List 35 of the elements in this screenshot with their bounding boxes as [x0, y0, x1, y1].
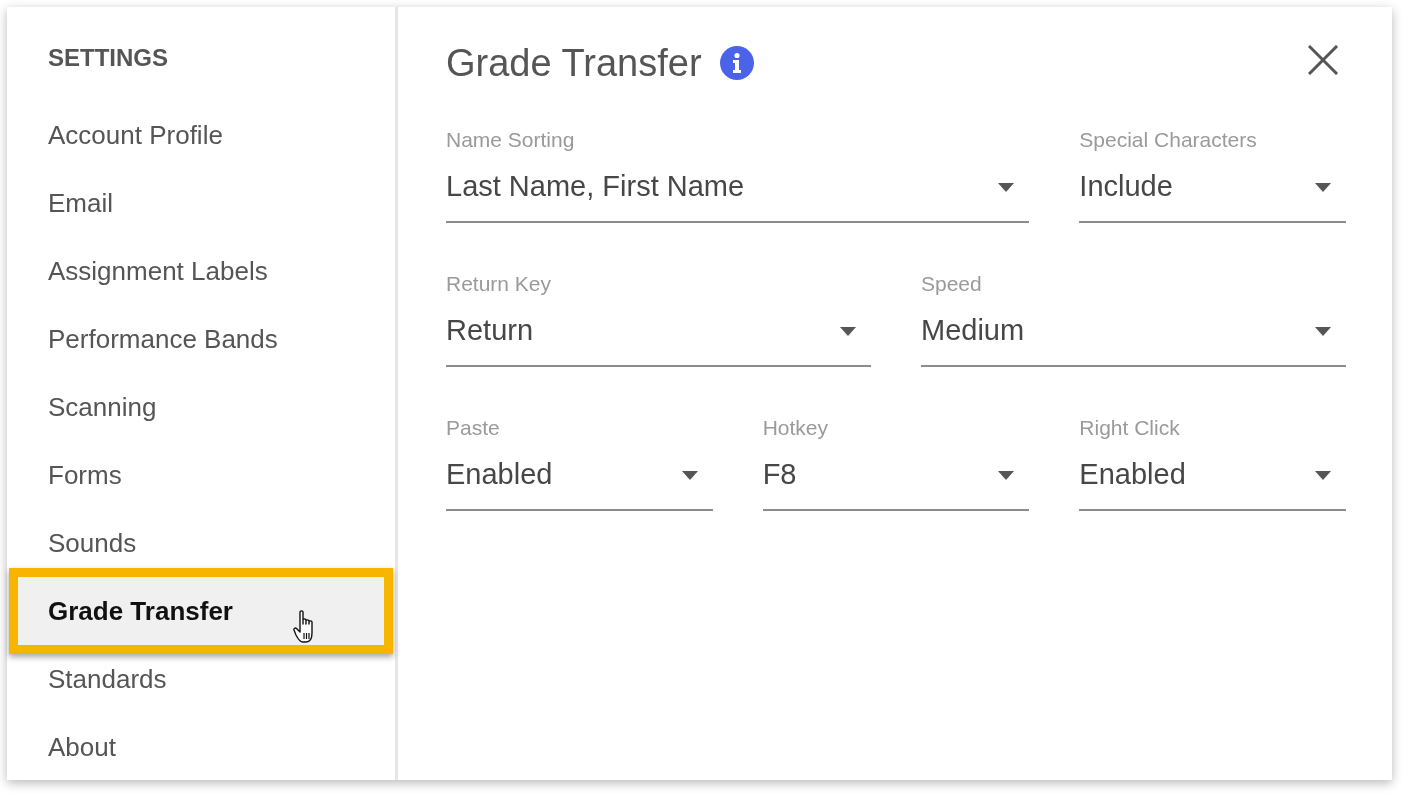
sidebar-item[interactable]: Scanning	[9, 382, 393, 432]
caret-icon	[998, 471, 1015, 480]
caret-icon	[1315, 183, 1331, 192]
field-label: Name Sorting	[446, 127, 575, 153]
caret-icon	[1315, 471, 1331, 480]
sidebar-item[interactable]: About	[9, 722, 393, 772]
sidebar-item[interactable]: Sounds	[9, 518, 393, 568]
field-label: Speed	[921, 271, 982, 297]
field-label: Return Key	[446, 271, 552, 297]
dropdown-select[interactable]: Enabled	[446, 456, 713, 511]
sidebar-item[interactable]: Performance Bands	[9, 314, 393, 364]
dropdown-select[interactable]: Return	[446, 312, 871, 367]
caret-icon	[998, 183, 1015, 192]
panel-title: Grade Transfer	[446, 41, 702, 86]
dropdown-select[interactable]: F8	[762, 456, 1030, 511]
field-label: Special Characters	[1079, 127, 1257, 153]
caret-icon	[1315, 327, 1331, 336]
field-label: Paste	[446, 415, 500, 441]
sidebar-item[interactable]: Email	[9, 178, 393, 228]
sidebar-item[interactable]: Forms	[9, 450, 393, 500]
field-label: Right Click	[1079, 415, 1180, 441]
field-label: Hotkey	[762, 415, 828, 441]
close-icon	[1308, 45, 1338, 75]
caret-icon	[840, 327, 856, 336]
dropdown-select[interactable]: Medium	[921, 312, 1346, 367]
dropdown-select[interactable]: Enabled	[1079, 456, 1346, 511]
dropdown-select[interactable]: Include	[1079, 168, 1346, 223]
info-icon[interactable]	[719, 46, 754, 80]
dropdown-select[interactable]: Last Name, First Name	[446, 168, 1030, 223]
caret-icon	[681, 471, 698, 480]
sidebar-item[interactable]: Grade Transfer	[9, 568, 393, 654]
sidebar-item[interactable]: Assignment Labels	[9, 246, 393, 296]
sidebar-item[interactable]: Standards	[9, 654, 393, 704]
sidebar-heading: SETTINGS	[48, 44, 169, 72]
sidebar-item[interactable]: Account Profile	[9, 110, 393, 160]
